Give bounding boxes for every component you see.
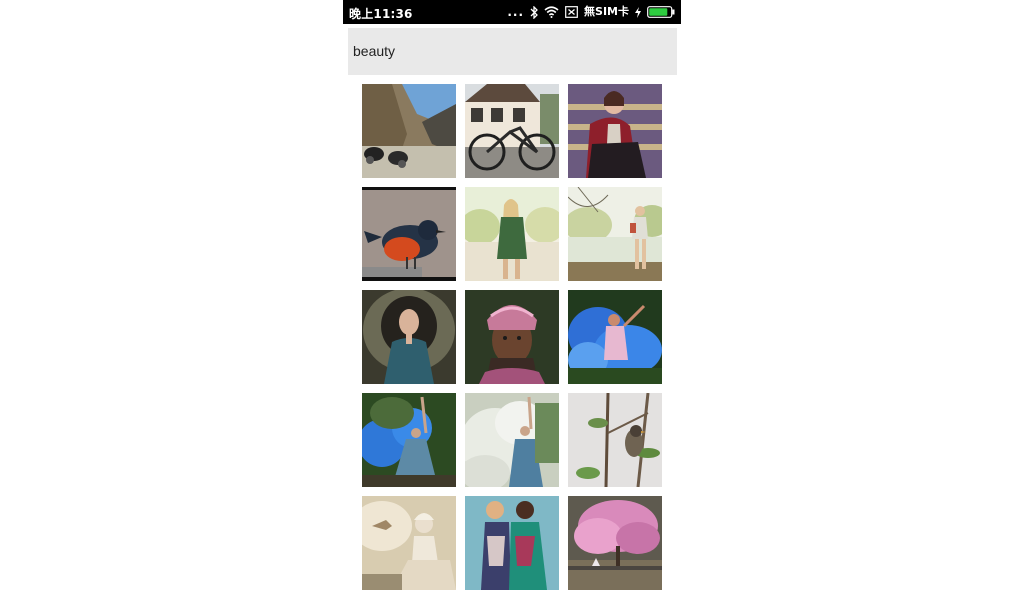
image-result[interactable] — [568, 84, 662, 178]
status-bar: 晚上11:36 ... 無SIM卡 — [343, 0, 681, 24]
battery-icon — [647, 6, 675, 18]
phone-screen: 晚上11:36 ... 無SIM卡 beauty — [343, 0, 681, 600]
bluetooth-icon — [530, 5, 538, 19]
no-sim-icon — [565, 6, 578, 18]
sim-status-label: 無SIM卡 — [584, 5, 629, 18]
wifi-icon — [544, 6, 559, 18]
image-result[interactable] — [465, 187, 559, 281]
image-result[interactable] — [362, 290, 456, 384]
image-result[interactable] — [465, 290, 559, 384]
notification-dots: ... — [507, 5, 525, 19]
image-result[interactable] — [362, 84, 456, 178]
status-time: 晚上11:36 — [349, 7, 413, 21]
status-icons: ... 無SIM卡 — [507, 4, 675, 20]
image-result[interactable] — [568, 290, 662, 384]
image-result[interactable] — [465, 84, 559, 178]
image-result[interactable] — [568, 393, 662, 487]
image-result[interactable] — [362, 187, 456, 281]
image-result[interactable] — [465, 496, 559, 590]
image-result[interactable] — [568, 496, 662, 590]
image-result[interactable] — [465, 393, 559, 487]
image-result[interactable] — [362, 496, 456, 590]
search-bar[interactable]: beauty — [348, 28, 677, 75]
image-result[interactable] — [568, 187, 662, 281]
image-result[interactable] — [362, 393, 456, 487]
charging-icon — [635, 6, 641, 18]
search-query-text[interactable]: beauty — [353, 43, 395, 59]
